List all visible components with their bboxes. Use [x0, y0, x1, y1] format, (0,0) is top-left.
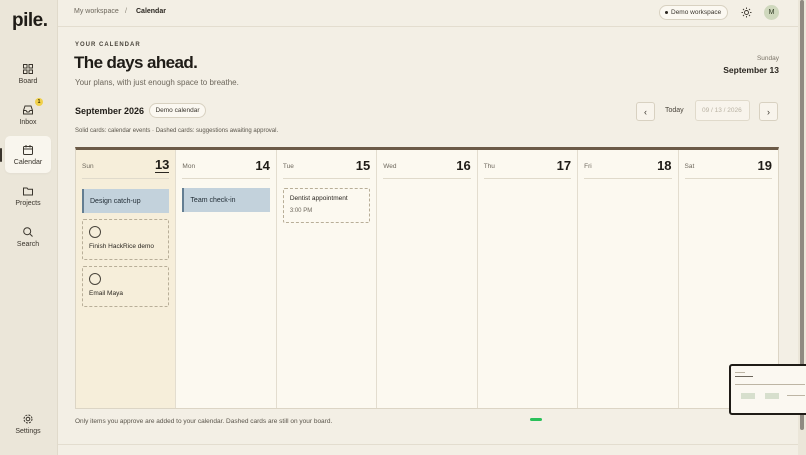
gear-icon [23, 414, 33, 423]
event-title: Design catch-up [90, 197, 141, 205]
day-header: Sat 19 [684, 155, 772, 179]
suggestion-time: 3:00 PM [289, 208, 313, 214]
day-column-sun[interactable]: Sun 13 Design catch-up Finish HackRice d… [76, 150, 177, 408]
day-number: 15 [355, 158, 371, 173]
avatar[interactable]: M [764, 5, 779, 20]
page-title: The days ahead. [74, 53, 198, 72]
sidebar-item-label: Search [16, 240, 40, 248]
footer-note: Only items you approve are added to your… [75, 418, 333, 425]
day-column-tue[interactable]: Tue 15 Dentist appointment 3:00 PM [277, 150, 378, 408]
day-column-thu[interactable]: Thu 17 [478, 150, 579, 408]
day-of-week: Mon [182, 163, 196, 170]
breadcrumb-current: Calendar [136, 8, 166, 15]
prev-week-button[interactable]: ‹ [636, 102, 655, 121]
folder-icon [23, 187, 33, 195]
sun-icon[interactable] [741, 7, 752, 18]
approve-checkbox[interactable] [89, 226, 101, 238]
preview-line [735, 384, 805, 385]
sidebar-item-label: Settings [15, 427, 41, 435]
day-of-week: Wed [383, 163, 397, 170]
page-eyebrow: YOUR CALENDAR [75, 42, 141, 48]
day-of-week: Sun [82, 163, 94, 170]
sidebar-item-settings[interactable]: Settings [5, 405, 51, 442]
week-calendar: Sun 13 Design catch-up Finish HackRice d… [75, 147, 779, 409]
day-header: Mon 14 [182, 155, 270, 179]
search-icon [23, 226, 33, 237]
event-title: Team check-in [190, 196, 236, 204]
demo-workspace-pill[interactable]: Demo workspace [659, 5, 728, 20]
demo-calendar-pill[interactable]: Demo calendar [149, 103, 206, 118]
day-header: Wed 16 [383, 155, 471, 179]
sidebar-item-calendar[interactable]: Calendar [5, 136, 51, 173]
sidebar-item-board[interactable]: Board [5, 55, 51, 92]
day-number: 18 [657, 158, 672, 173]
day-header: Sun 13 [82, 155, 170, 179]
suggestion-card[interactable]: Email Maya [82, 266, 170, 307]
day-number: 14 [255, 158, 270, 173]
day-of-week: Tue [282, 163, 294, 170]
day-column-wed[interactable]: Wed 16 [377, 150, 478, 408]
preview-block [741, 393, 755, 399]
preview-thumbnail[interactable] [729, 364, 806, 415]
day-column-mon[interactable]: Mon 14 Team check-in [176, 150, 277, 408]
approve-checkbox[interactable] [89, 273, 101, 285]
suggestion-title: Finish HackRice demo [89, 243, 155, 250]
sidebar-item-label: Projects [15, 199, 41, 207]
breadcrumb-workspace[interactable]: My workspace [74, 8, 119, 15]
day-number: 17 [556, 158, 572, 173]
sidebar: pile. Board Inbox 1 Calendar Projects Se… [0, 0, 58, 455]
demo-workspace-label: Demo workspace [671, 9, 722, 16]
inbox-badge: 1 [35, 98, 43, 106]
sidebar-item-label: Inbox [19, 118, 37, 126]
sidebar-item-label: Board [18, 77, 38, 85]
calendar-icon [23, 144, 33, 155]
day-number: 16 [456, 158, 471, 173]
preview-block [765, 393, 779, 399]
day-header: Tue 15 [282, 155, 371, 179]
divider [58, 444, 798, 445]
day-column-fri[interactable]: Fri 18 [578, 150, 679, 408]
day-of-week: Fri [584, 163, 592, 170]
sidebar-item-inbox[interactable]: Inbox 1 [5, 96, 51, 133]
status-indicator [530, 418, 542, 421]
grid-icon [23, 63, 33, 74]
suggestion-title: Email Maya [89, 290, 123, 297]
day-number: 13 [154, 157, 170, 173]
breadcrumb-separator: / [125, 8, 127, 15]
sidebar-item-projects[interactable]: Projects [5, 177, 51, 214]
preview-line [735, 372, 745, 373]
day-of-week: Sat [684, 163, 695, 170]
active-indicator [0, 148, 2, 162]
day-of-week: Thu [483, 163, 495, 170]
topbar: My workspace / Calendar Demo workspace M [58, 0, 798, 27]
suggestion-card[interactable]: Dentist appointment 3:00 PM [282, 188, 371, 223]
next-week-button[interactable]: › [759, 102, 778, 121]
app-logo[interactable]: pile. [12, 10, 48, 32]
suggestion-title: Dentist appointment [289, 195, 348, 202]
event-card[interactable]: Team check-in [182, 188, 270, 212]
status-dot [665, 11, 668, 14]
preview-line [787, 395, 805, 396]
preview-line [735, 376, 753, 377]
event-card[interactable]: Design catch-up [82, 189, 170, 213]
today-button[interactable]: Today [665, 107, 684, 114]
current-day-date: September 13 [723, 65, 779, 75]
page-subtitle: Your plans, with just enough space to br… [75, 78, 239, 87]
suggestion-card[interactable]: Finish HackRice demo [82, 219, 170, 260]
date-input[interactable]: 09 / 13 / 2026 [695, 100, 750, 121]
day-number: 19 [757, 158, 772, 173]
sidebar-item-search[interactable]: Search [5, 218, 51, 255]
legend-text: Solid cards: calendar events · Dashed ca… [75, 128, 279, 134]
month-label: September 2026 [75, 106, 145, 116]
day-header: Thu 17 [483, 155, 572, 179]
sidebar-item-label: Calendar [13, 158, 43, 166]
day-header: Fri 18 [584, 155, 672, 179]
inbox-icon [23, 105, 33, 114]
current-day-label: Sunday [756, 55, 779, 62]
